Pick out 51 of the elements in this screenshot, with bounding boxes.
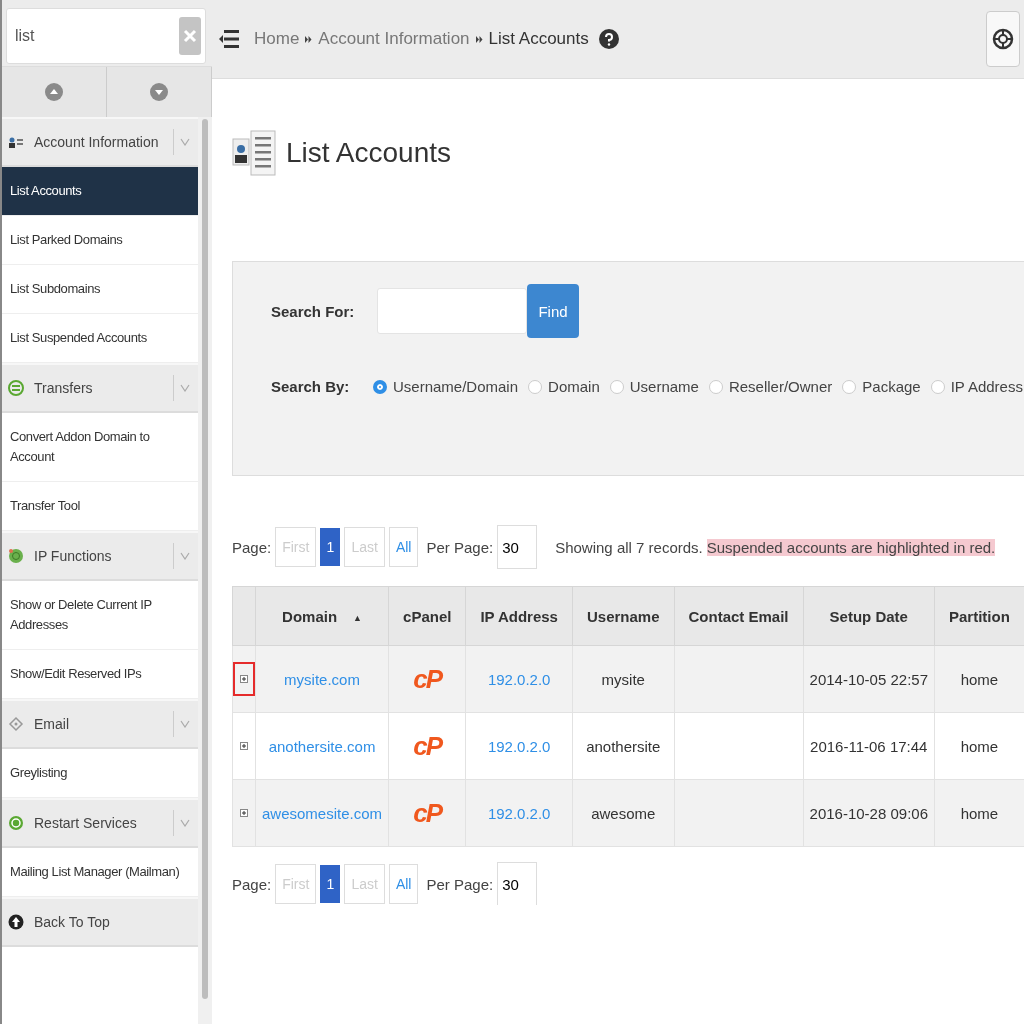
setup-date-cell: 2014-10-05 22:57 [809, 670, 928, 688]
setup-date-cell: 2016-10-28 09:06 [809, 804, 928, 822]
username-cell: awesome [591, 804, 656, 822]
radio-label: IP Address [950, 378, 1023, 395]
sidebar-group-label: Transfers [34, 380, 94, 396]
sidebar-group-header[interactable]: Transfers [2, 363, 198, 413]
partition-cell: home [960, 670, 999, 688]
breadcrumb-current: List Accounts [488, 29, 589, 49]
records-summary: Showing all 7 records. [555, 538, 703, 556]
sidebar-group-header[interactable]: Account Information [2, 117, 198, 167]
column-header[interactable]: Partition [934, 586, 1024, 646]
radio-label: Username/Domain [393, 378, 519, 395]
column-header[interactable]: Contact Email [674, 586, 804, 646]
sidebar-group-label: Email [34, 716, 70, 732]
ip-address-link[interactable]: 192.0.2.0 [487, 737, 551, 755]
breadcrumb-link[interactable]: Home [254, 29, 300, 49]
search-by-label: Search By: [271, 378, 349, 395]
sidebar-group-label: Restart Services [34, 815, 138, 831]
breadcrumb-link[interactable]: Account Information [318, 29, 470, 49]
sidebar-group-header[interactable]: IP Functions [2, 531, 198, 581]
page-title: List Accounts [286, 137, 451, 169]
page-button[interactable]: 1 [320, 528, 341, 566]
per-page-field[interactable]: 30 [497, 862, 538, 905]
sidebar-group-header[interactable]: Email [2, 699, 198, 749]
per-page-label: Per Page: [426, 875, 494, 893]
page-button[interactable]: 1 [320, 865, 341, 903]
find-button[interactable]: Find [527, 284, 579, 338]
sidebar-group-header[interactable]: Restart Services [2, 798, 198, 848]
radio-label: Domain [548, 378, 600, 395]
per-page-label: Per Page: [426, 538, 494, 556]
suspended-notice: Suspended accounts are highlighted in red. [706, 538, 996, 556]
partition-cell: home [960, 737, 999, 755]
radio-label: Package [862, 378, 921, 395]
radio-label: Username [629, 378, 699, 395]
page-label: Page: [232, 875, 272, 893]
column-header[interactable]: Username [572, 586, 674, 646]
username-cell: mysite [601, 670, 645, 688]
sidebar-item[interactable]: List Accounts [2, 167, 198, 216]
setup-date-cell: 2016-11-06 17:44 [810, 737, 928, 755]
column-header[interactable]: Setup Date [803, 586, 935, 646]
column-header[interactable]: Domain ▲ [255, 586, 389, 646]
radio-label: Reseller/Owner [728, 378, 833, 395]
search-field[interactable]: list [6, 8, 206, 64]
page-label: Page: [232, 538, 272, 556]
partition-cell: home [960, 804, 999, 822]
column-header[interactable]: cPanel [388, 586, 466, 646]
column-header[interactable]: IP Address [465, 586, 573, 646]
sidebar-group-label: Account Information [34, 134, 160, 150]
per-page-field[interactable]: 30 [497, 525, 538, 569]
sidebar-group-label: IP Functions [34, 548, 113, 564]
username-cell: anothersite [586, 737, 661, 755]
